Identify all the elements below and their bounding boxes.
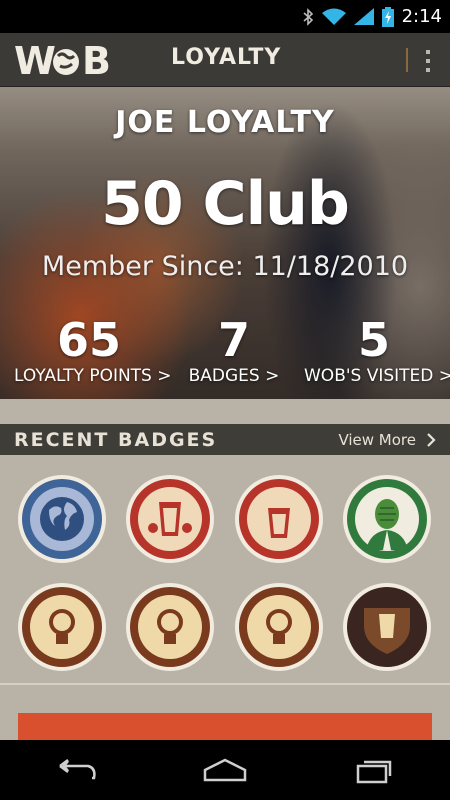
recent-badges-header: RECENT BADGES View More xyxy=(0,424,450,455)
loyalty-points-value: 65 xyxy=(56,313,121,367)
page-title: LOYALTY xyxy=(171,45,282,70)
svg-text:B: B xyxy=(82,40,111,80)
action-banner[interactable] xyxy=(18,713,432,740)
overflow-menu-icon[interactable] xyxy=(418,47,438,75)
globe-badge-icon[interactable] xyxy=(17,474,107,564)
view-more-link[interactable]: View More xyxy=(338,431,436,449)
wob-logo[interactable]: W B xyxy=(14,40,118,80)
club-level: 50 Club xyxy=(101,169,350,239)
member-name: JOE LOYALTY xyxy=(115,105,335,140)
svg-text:W: W xyxy=(14,40,55,80)
battery-charging-icon xyxy=(381,6,394,27)
system-nav-bar xyxy=(0,740,450,800)
lightbulb-badge-icon[interactable] xyxy=(234,582,324,672)
status-bar: 2:14 xyxy=(0,0,450,33)
loyalty-points-label: LOYALTY POINTS > xyxy=(14,366,172,386)
signal-icon xyxy=(353,7,374,26)
view-more-label: View More xyxy=(338,430,416,449)
beer-glass-hops-badge-icon[interactable] xyxy=(125,474,215,564)
action-bar: W B LOYALTY xyxy=(0,33,450,87)
bluetooth-icon xyxy=(302,7,314,26)
chevron-right-icon xyxy=(427,432,436,447)
wifi-icon xyxy=(321,8,346,26)
home-icon[interactable] xyxy=(190,750,260,790)
member-since: Member Since: 11/18/2010 xyxy=(41,251,409,282)
badges-value: 7 xyxy=(217,313,250,367)
profile-hero: JOE LOYALTY 50 Club Member Since: 11/18/… xyxy=(0,87,450,399)
back-icon[interactable] xyxy=(40,750,110,790)
section-divider xyxy=(0,683,450,685)
badges-section: RECENT BADGES View More xyxy=(0,399,450,740)
beer-glass-stars-badge-icon[interactable] xyxy=(234,474,324,564)
loyalty-points-stat[interactable]: 65 LOYALTY POINTS > xyxy=(14,313,172,387)
lightbulb-badge-icon[interactable] xyxy=(17,582,107,672)
wobs-visited-value: 5 xyxy=(357,313,390,367)
badges-label: BADGES > xyxy=(188,366,280,386)
recent-apps-icon[interactable] xyxy=(340,750,410,790)
action-bar-divider xyxy=(406,48,408,72)
badges-stat[interactable]: 7 BADGES > xyxy=(186,315,282,387)
clock: 2:14 xyxy=(401,6,442,27)
wobs-visited-stat[interactable]: 5 WOB'S VISITED > xyxy=(304,313,450,387)
shield-beer-badge-icon[interactable] xyxy=(342,582,432,672)
recent-badges-title: RECENT BADGES xyxy=(14,428,218,451)
lightbulb-badge-icon[interactable] xyxy=(125,582,215,672)
hop-man-badge-icon[interactable] xyxy=(342,474,432,564)
wobs-visited-label: WOB'S VISITED > xyxy=(304,366,450,386)
